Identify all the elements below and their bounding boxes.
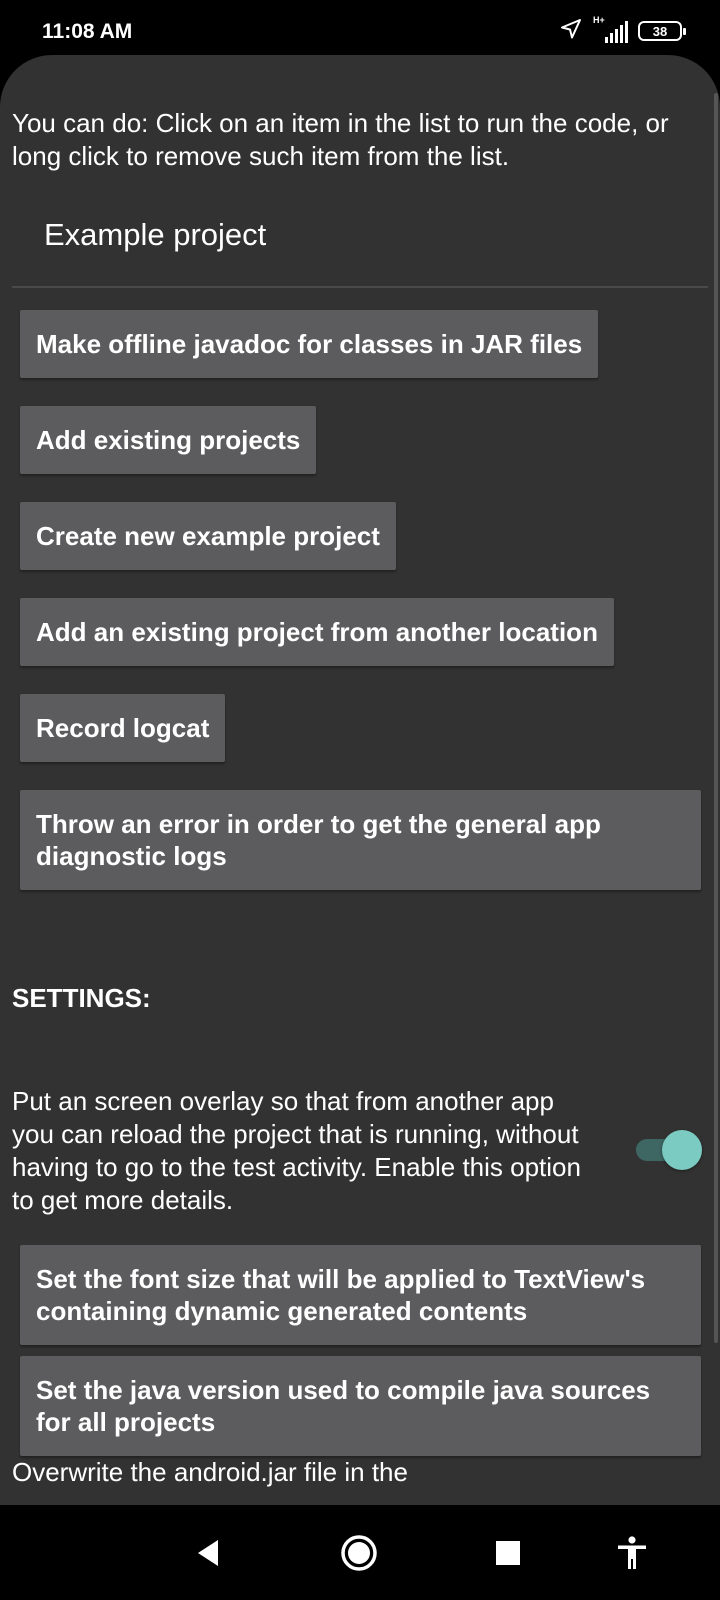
overlay-description: Put an screen overlay so that from anoth… <box>12 1086 581 1215</box>
settings-title: SETTINGS: <box>12 983 151 1013</box>
add-project-from-location-button[interactable]: Add an existing project from another loc… <box>20 598 614 666</box>
main-panel[interactable]: You can do: Click on an item in the list… <box>0 55 720 1505</box>
back-icon[interactable] <box>188 1533 228 1573</box>
scrollbar[interactable] <box>714 93 718 1343</box>
toggle-thumb <box>662 1130 702 1170</box>
overlay-toggle[interactable] <box>636 1129 702 1171</box>
recents-icon[interactable] <box>488 1533 528 1573</box>
record-logcat-button[interactable]: Record logcat <box>20 694 226 762</box>
android-jar-text: Overwrite the android.jar file in the <box>12 1457 408 1487</box>
location-arrow-icon <box>559 17 583 46</box>
throw-error-button[interactable]: Throw an error in order to get the gener… <box>20 790 701 890</box>
make-offline-javadoc-button[interactable]: Make offline javadoc for classes in JAR … <box>20 310 599 378</box>
status-time: 11:08 AM <box>42 20 133 43</box>
battery-icon: 38 <box>638 21 686 41</box>
signal-icon: H+ <box>593 15 628 43</box>
intro-text: You can do: Click on an item in the list… <box>12 108 669 171</box>
accessibility-icon[interactable] <box>612 1533 652 1573</box>
battery-level: 38 <box>652 23 668 39</box>
status-bar: 11:08 AM H+ 38 <box>0 0 720 60</box>
home-icon[interactable] <box>339 1533 379 1573</box>
status-icons: H+ 38 <box>559 15 686 46</box>
add-existing-projects-button[interactable]: Add existing projects <box>20 406 317 474</box>
divider <box>12 286 708 288</box>
font-size-button[interactable]: Set the font size that will be applied t… <box>20 1245 701 1345</box>
network-type-label: H+ <box>593 15 605 25</box>
project-title[interactable]: Example project <box>44 217 266 253</box>
create-example-project-button[interactable]: Create new example project <box>20 502 396 570</box>
navigation-bar <box>0 1505 720 1600</box>
java-version-button[interactable]: Set the java version used to compile jav… <box>20 1356 701 1456</box>
